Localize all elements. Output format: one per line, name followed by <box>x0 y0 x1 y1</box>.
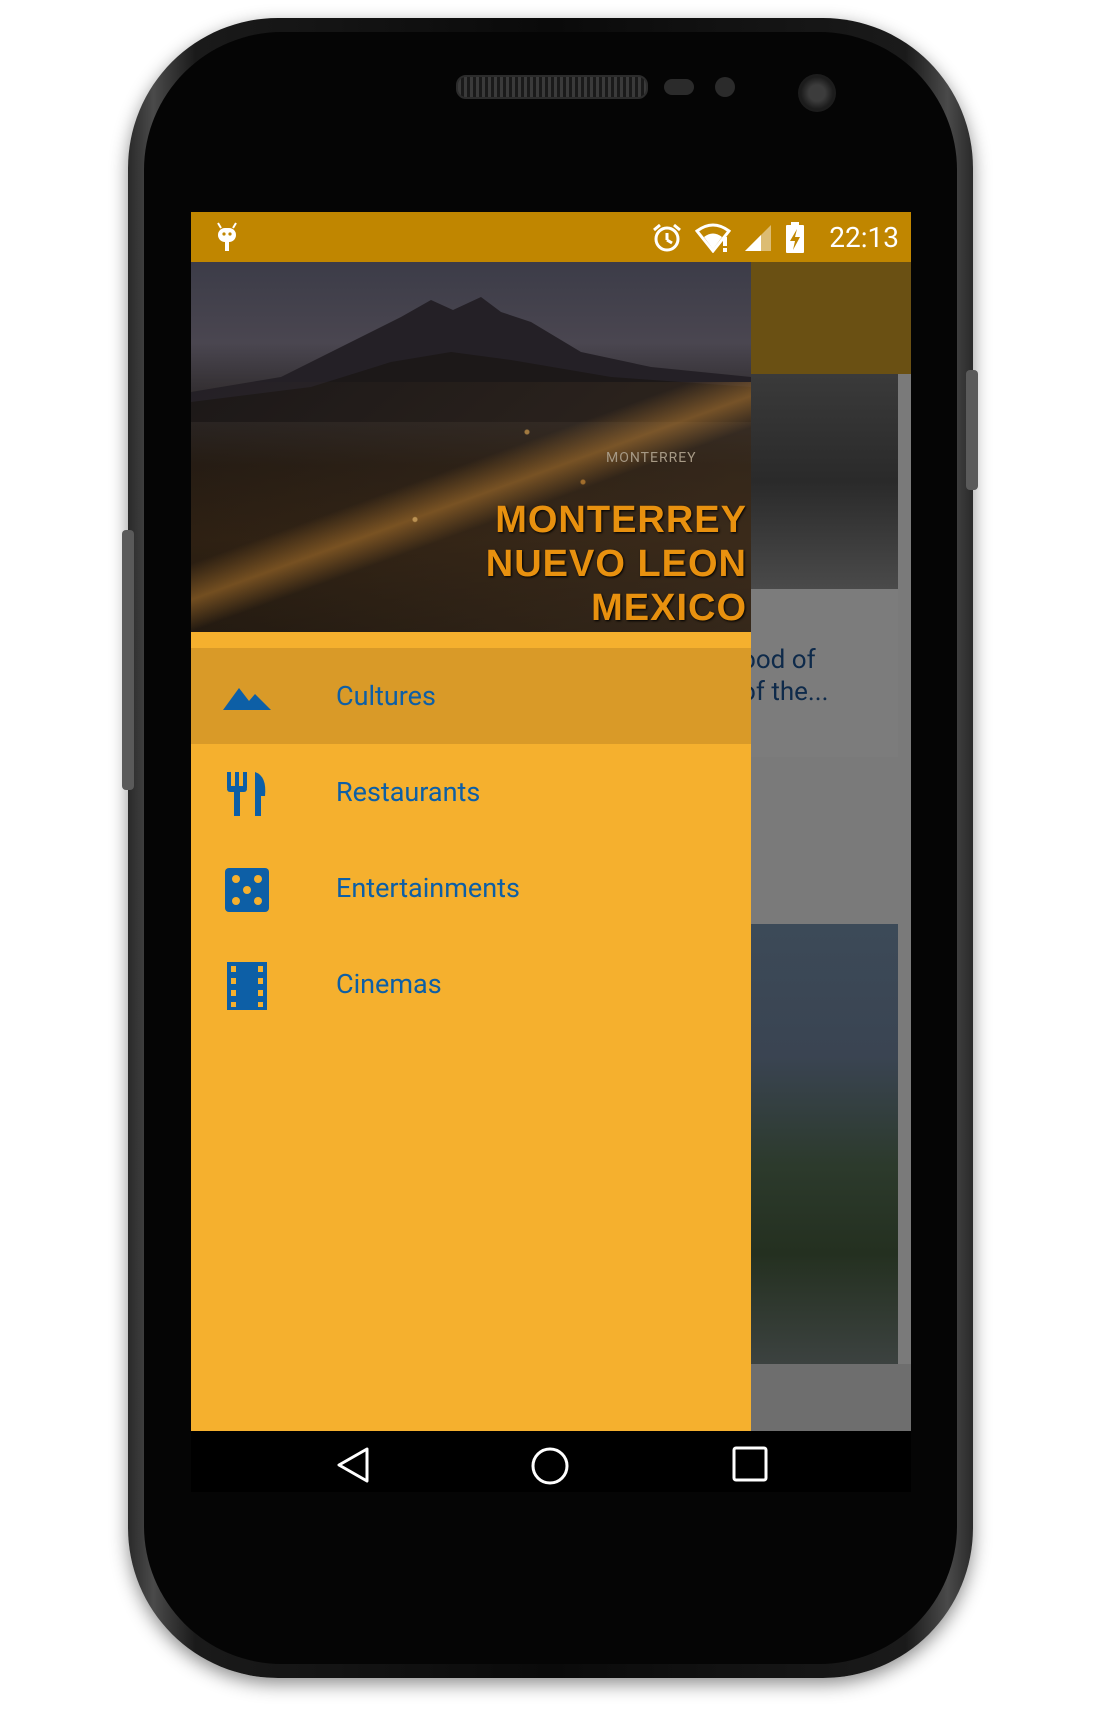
battery-charging-icon <box>785 222 805 258</box>
background-card-image <box>751 924 898 1364</box>
menu-item-label: Cultures <box>336 680 436 712</box>
signal-icon <box>743 223 773 257</box>
power-button <box>966 370 978 490</box>
background-card-image <box>751 374 898 589</box>
drawer-header-image: MONTERREY MONTERREY NUEVO LEON MEXICO <box>191 262 751 632</box>
film-icon <box>223 962 271 1010</box>
header-watermark: MONTERREY <box>606 450 697 466</box>
menu-item-cultures[interactable]: Cultures <box>191 648 751 744</box>
volume-button <box>122 530 134 790</box>
wifi-icon <box>694 223 732 257</box>
dice-icon <box>223 866 271 914</box>
back-button[interactable] <box>333 1445 373 1489</box>
front-camera <box>798 74 836 112</box>
light-sensor <box>715 77 735 97</box>
earpiece-speaker <box>456 75 648 99</box>
restaurant-icon <box>223 770 271 818</box>
menu-item-label: Entertainments <box>336 872 520 904</box>
system-navigation-bar <box>191 1431 911 1492</box>
alarm-icon <box>651 222 683 258</box>
recents-button[interactable] <box>731 1445 769 1487</box>
landscape-icon <box>223 674 271 722</box>
proximity-sensor <box>664 79 694 95</box>
menu-item-cinemas[interactable]: Cinemas <box>191 936 751 1032</box>
background-card <box>751 778 898 924</box>
menu-item-label: Restaurants <box>336 776 481 808</box>
status-bar: 22:13 <box>191 212 911 262</box>
navigation-drawer: MONTERREY MONTERREY NUEVO LEON MEXICO Cu… <box>191 262 751 1431</box>
menu-item-label: Cinemas <box>336 968 442 1000</box>
background-card-text: ood of of the... <box>741 645 829 707</box>
home-button[interactable] <box>529 1445 571 1491</box>
screen: 22:13 ood of of the... MONTERREY MONTERR… <box>191 212 911 1492</box>
android-debug-icon <box>215 222 239 256</box>
status-time: 22:13 <box>829 221 899 254</box>
header-caption: MONTERREY NUEVO LEON MEXICO <box>485 499 747 629</box>
menu-item-entertainments[interactable]: Entertainments <box>191 840 751 936</box>
menu-item-restaurants[interactable]: Restaurants <box>191 744 751 840</box>
drawer-menu: Cultures Restaurants Entertainments Cine… <box>191 648 751 1032</box>
